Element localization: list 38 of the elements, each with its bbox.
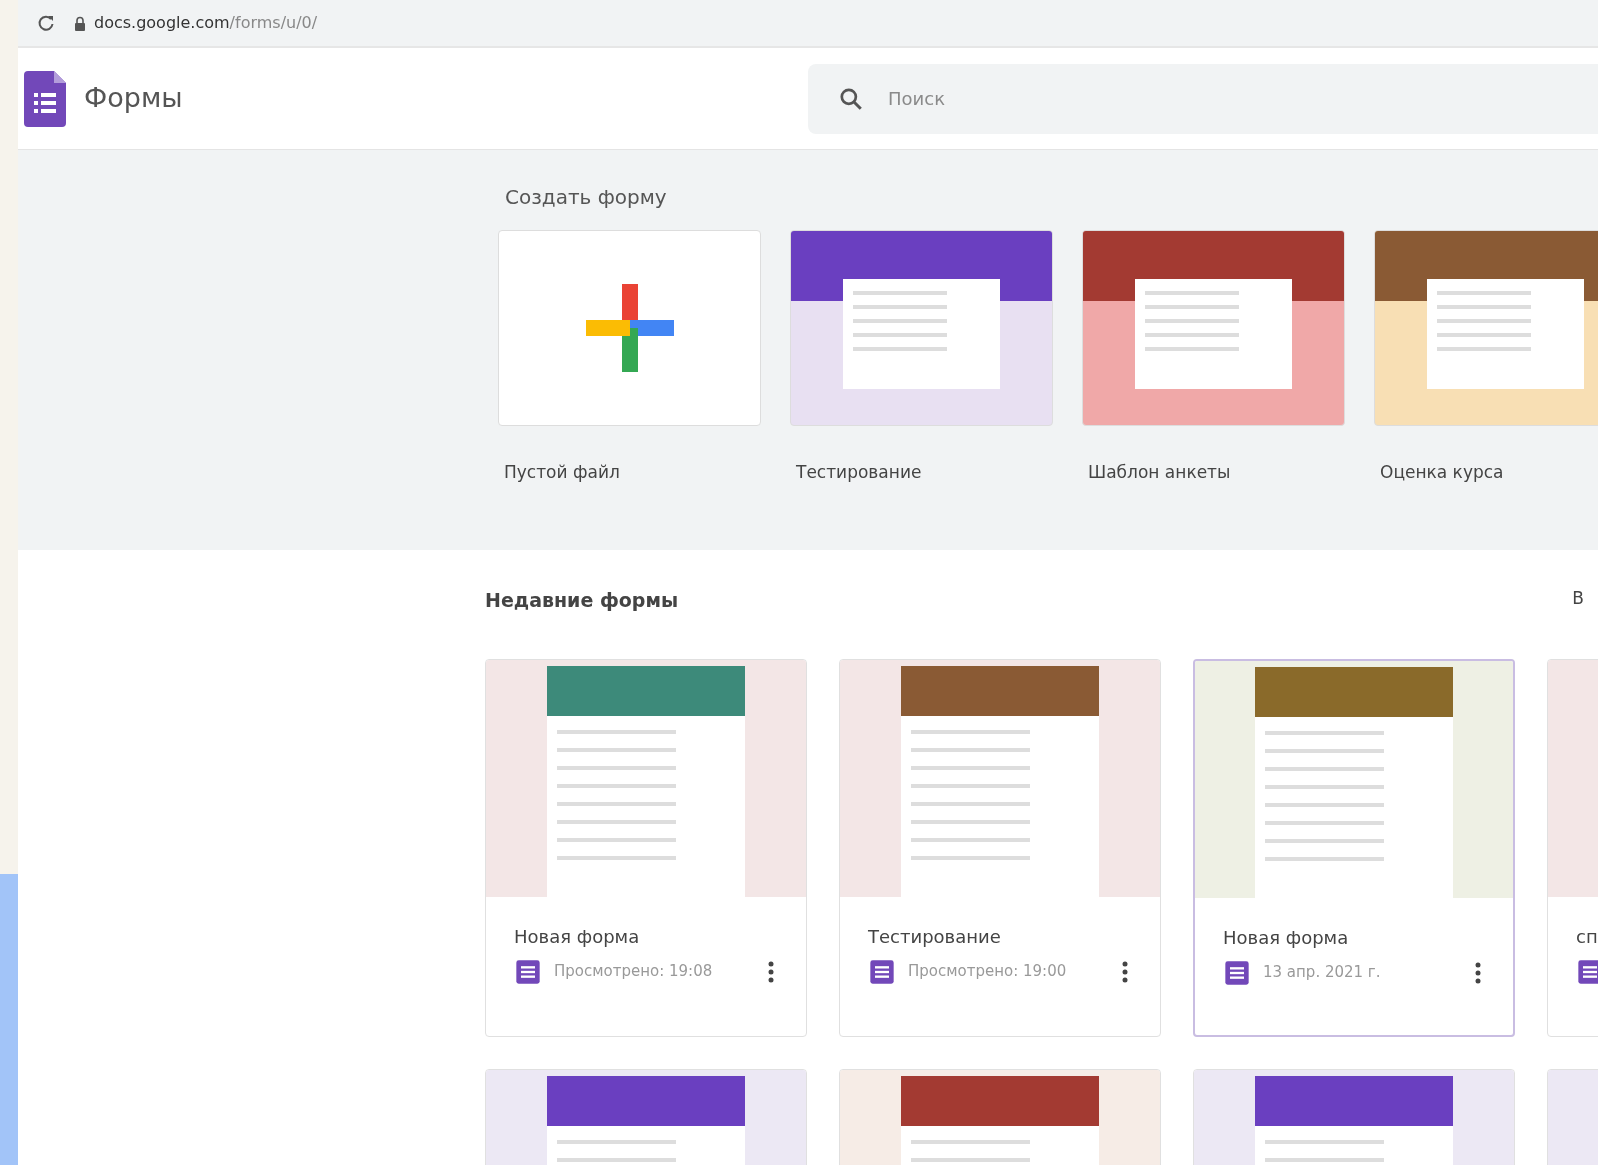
form-icon (1576, 957, 1598, 986)
url-text[interactable]: docs.google.com/forms/u/0/ (94, 11, 318, 35)
more-icon (1122, 959, 1128, 984)
form-date: Просмотрено: 19:00 (908, 961, 1067, 983)
form-icon (1223, 958, 1251, 987)
template-preview-drawing[interactable] (1082, 230, 1345, 426)
form-title: Новая форма (514, 924, 641, 949)
form-date: Просмотрено: 19:08 (554, 961, 713, 983)
form-title: Новая форма (1223, 925, 1350, 950)
owner-filter[interactable]: В (1572, 586, 1584, 615)
template-preview-drawing[interactable] (1374, 230, 1598, 426)
form-card[interactable]: Новая форма 13 апр. 2021 г. (1193, 658, 1515, 1037)
blank-form-tile[interactable] (498, 230, 761, 426)
form-title: Тестирование (868, 924, 1002, 949)
app-title: Формы (84, 81, 183, 116)
forms-logo-icon[interactable] (24, 70, 66, 127)
section-heading: Создать форму (505, 184, 668, 211)
template-label[interactable]: Оценка курса (1380, 460, 1598, 486)
form-icon (514, 957, 542, 986)
template-preview-drawing[interactable] (790, 230, 1053, 426)
template-label[interactable]: Шаблон анкеты (1088, 460, 1345, 486)
form-icon (868, 957, 896, 986)
template-label[interactable]: Тестирование (796, 460, 1053, 486)
more-icon (1475, 960, 1481, 985)
form-card[interactable]: сп (1547, 658, 1598, 1037)
template-label[interactable]: Пустой файл (504, 460, 761, 486)
more-icon (768, 959, 774, 984)
reload-icon[interactable] (36, 13, 56, 33)
form-card[interactable]: Новая форма Просмотрено: 19:08 (485, 658, 807, 1037)
form-title: сп (1576, 924, 1598, 949)
search-input[interactable]: Поиск (886, 84, 1486, 113)
section-heading: Недавние формы (485, 588, 679, 613)
search-field[interactable]: Поиск (808, 63, 1598, 134)
plus-icon (585, 284, 674, 372)
lock-icon (74, 15, 86, 31)
form-date: 13 апр. 2021 г. (1263, 962, 1381, 984)
form-card[interactable]: Тестирование Просмотрено: 19:00 (839, 658, 1161, 1037)
search-icon[interactable] (838, 85, 864, 112)
